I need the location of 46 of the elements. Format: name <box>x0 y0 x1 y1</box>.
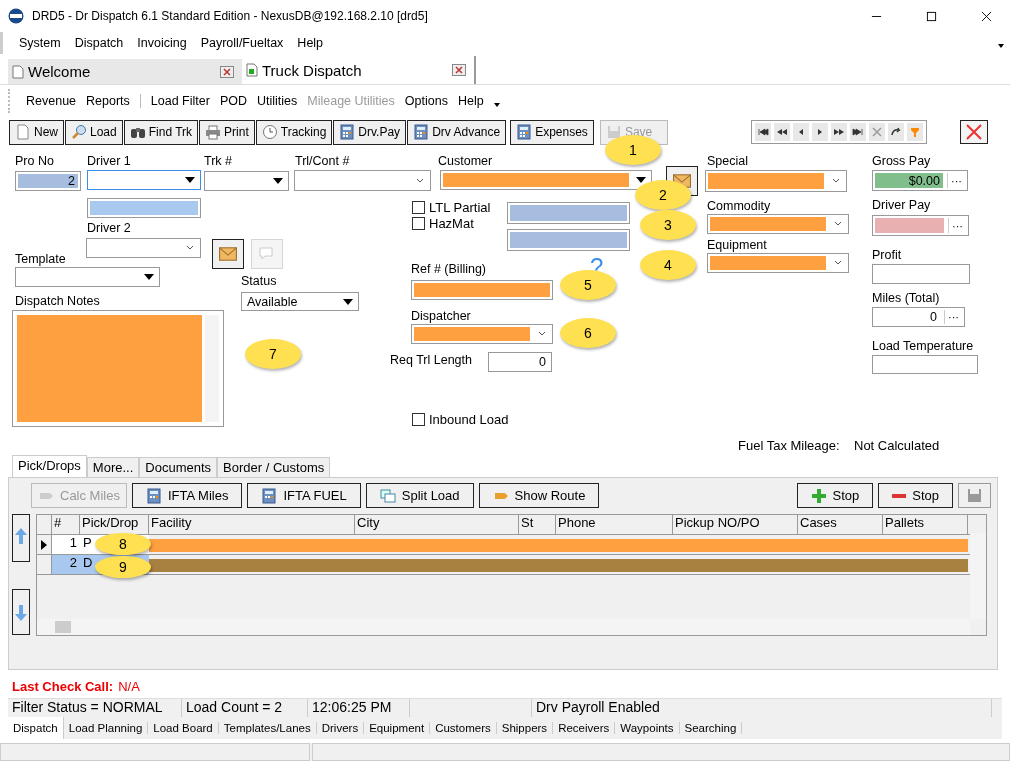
field-value: 0 <box>538 355 547 369</box>
callout-tooltip: 2 <box>635 180 691 210</box>
field-label: Driver Pay <box>872 198 931 212</box>
table-cell: 2 <box>52 555 80 574</box>
field-label: Equipment <box>707 238 767 252</box>
field-label: Special <box>707 154 748 168</box>
table-cell: P <box>83 535 92 550</box>
callout-tooltip: 6 <box>560 318 616 348</box>
field-label: Profit <box>872 248 902 262</box>
field-label: Commodity <box>707 199 771 213</box>
checkbox-label: LTL Partial <box>429 200 491 215</box>
callout-tooltip: 7 <box>245 339 301 369</box>
check-call-label: Last Check Call: <box>12 679 114 696</box>
callout-tooltip: 5 <box>560 270 616 300</box>
field-label: Miles (Total) <box>872 291 940 305</box>
field-value: 2 <box>67 174 76 188</box>
callout-tooltip: 4 <box>640 250 696 280</box>
field-label: Dispatcher <box>411 309 471 323</box>
window-title: DRD5 - Dr Dispatch 6.1 Standard Edition - NexusDB@192.168.2.10 [drd5] <box>32 9 429 23</box>
field-label: Customer <box>438 154 493 168</box>
field-label: Load Temperature <box>872 339 974 353</box>
fuel-tax-value: Not Calculated <box>854 438 940 453</box>
field-label: Trk # <box>204 154 232 168</box>
field-label: Dispatch Notes <box>15 294 100 308</box>
fuel-tax-label: Fuel Tax Mileage: <box>738 438 840 453</box>
table-cell: D <box>83 555 93 570</box>
callout-tooltip: 3 <box>640 210 696 240</box>
field-label: Driver 2 <box>87 221 131 235</box>
field-label: Ref # (Billing) <box>411 262 487 276</box>
tab-label: Welcome <box>28 63 91 80</box>
callout-tooltip: 1 <box>605 135 661 165</box>
field-label: Status <box>241 274 277 288</box>
field-label: Req Trl Length <box>390 353 472 367</box>
field-value: 0 <box>929 310 938 324</box>
field-value: $0.00 <box>907 173 941 188</box>
field-label: Gross Pay <box>872 154 931 168</box>
field-label: Pro No <box>15 154 54 168</box>
field-label: Trl/Cont # <box>295 154 350 168</box>
check-call-value: N/A <box>118 679 140 696</box>
table-cell: 1 <box>52 535 80 554</box>
tab-label: Truck Dispatch <box>262 61 362 79</box>
field-label: Driver 1 <box>87 154 131 168</box>
checkbox-label: Inbound Load <box>429 412 509 427</box>
checkbox-label: HazMat <box>429 216 474 231</box>
field-label: Template <box>15 252 66 266</box>
field-value: Available <box>246 294 299 309</box>
